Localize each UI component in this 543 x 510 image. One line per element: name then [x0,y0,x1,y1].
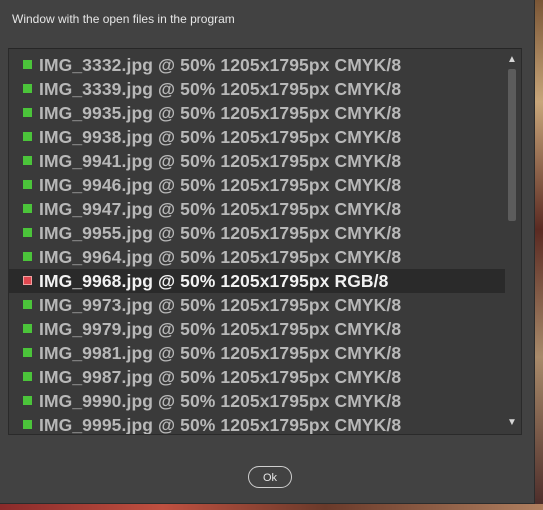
scroll-track[interactable] [508,69,516,414]
file-list-item-label: IMG_9990.jpg @ 50% 1205x1795px CMYK/8 [39,391,402,411]
file-list-item[interactable]: IMG_9935.jpg @ 50% 1205x1795px CMYK/8 [9,101,505,125]
ok-button[interactable]: Ok [248,466,292,488]
file-list-item-label: IMG_9955.jpg @ 50% 1205x1795px CMYK/8 [39,223,402,243]
ok-status-icon [23,204,32,213]
ok-status-icon [23,132,32,141]
file-list-item-label: IMG_9979.jpg @ 50% 1205x1795px CMYK/8 [39,319,402,339]
file-list-item[interactable]: IMG_9973.jpg @ 50% 1205x1795px CMYK/8 [9,293,505,317]
ok-status-icon [23,60,32,69]
ok-status-icon [23,324,32,333]
file-list-item-label: IMG_9935.jpg @ 50% 1205x1795px CMYK/8 [39,103,402,123]
scroll-thumb[interactable] [508,69,516,221]
error-status-icon [23,276,32,285]
dialog-title: Window with the open files in the progra… [12,12,235,26]
file-list-item-label: IMG_9987.jpg @ 50% 1205x1795px CMYK/8 [39,367,402,387]
ok-status-icon [23,180,32,189]
file-list-item[interactable]: IMG_9955.jpg @ 50% 1205x1795px CMYK/8 [9,221,505,245]
ok-status-icon [23,228,32,237]
file-list-item-label: IMG_9938.jpg @ 50% 1205x1795px CMYK/8 [39,127,402,147]
file-list-item[interactable]: IMG_9964.jpg @ 50% 1205x1795px CMYK/8 [9,245,505,269]
file-list-item[interactable]: IMG_9941.jpg @ 50% 1205x1795px CMYK/8 [9,149,505,173]
file-list-item-label: IMG_9947.jpg @ 50% 1205x1795px CMYK/8 [39,199,402,219]
ok-status-icon [23,396,32,405]
ok-status-icon [23,372,32,381]
ok-status-icon [23,156,32,165]
vertical-scrollbar[interactable]: ▲ ▼ [505,51,519,432]
file-list-item-label: IMG_9964.jpg @ 50% 1205x1795px CMYK/8 [39,247,402,267]
file-list-item[interactable]: IMG_9938.jpg @ 50% 1205x1795px CMYK/8 [9,125,505,149]
ok-status-icon [23,252,32,261]
file-list-item[interactable]: IMG_9990.jpg @ 50% 1205x1795px CMYK/8 [9,389,505,413]
file-list-item-label: IMG_9973.jpg @ 50% 1205x1795px CMYK/8 [39,295,402,315]
ok-status-icon [23,420,32,429]
ok-status-icon [23,108,32,117]
file-list: IMG_3332.jpg @ 50% 1205x1795px CMYK/8 IMG… [9,53,505,435]
file-list-item[interactable]: IMG_9946.jpg @ 50% 1205x1795px CMYK/8 [9,173,505,197]
file-list-item[interactable]: IMG_9968.jpg @ 50% 1205x1795px RGB/8 [9,269,505,293]
triangle-down-icon[interactable]: ▼ [505,416,519,430]
file-list-item-label: IMG_9968.jpg @ 50% 1205x1795px RGB/8 [39,271,389,291]
file-list-item[interactable]: IMG_9987.jpg @ 50% 1205x1795px CMYK/8 [9,365,505,389]
file-list-item[interactable]: IMG_3332.jpg @ 50% 1205x1795px CMYK/8 [9,53,505,77]
file-list-item[interactable]: IMG_9979.jpg @ 50% 1205x1795px CMYK/8 [9,317,505,341]
dialog-titlebar[interactable]: Window with the open files in the progra… [0,0,534,36]
file-list-item-label: IMG_9981.jpg @ 50% 1205x1795px CMYK/8 [39,343,402,363]
ok-status-icon [23,348,32,357]
triangle-up-icon[interactable]: ▲ [505,53,519,67]
file-list-item-label: IMG_9946.jpg @ 50% 1205x1795px CMYK/8 [39,175,402,195]
file-list-item-label: IMG_9941.jpg @ 50% 1205x1795px CMYK/8 [39,151,402,171]
background-photo-edge [535,0,543,510]
file-list-item[interactable]: IMG_3339.jpg @ 50% 1205x1795px CMYK/8 [9,77,505,101]
ok-status-icon [23,84,32,93]
file-list-item[interactable]: IMG_9981.jpg @ 50% 1205x1795px CMYK/8 [9,341,505,365]
background-photo-bottom [0,504,543,510]
open-files-dialog: Window with the open files in the progra… [0,0,535,504]
file-list-box[interactable]: IMG_3332.jpg @ 50% 1205x1795px CMYK/8 IMG… [8,48,522,435]
file-list-item[interactable]: IMG_9947.jpg @ 50% 1205x1795px CMYK/8 [9,197,505,221]
file-list-item-label: IMG_9995.jpg @ 50% 1205x1795px CMYK/8 [39,415,402,435]
file-list-item[interactable]: IMG_9995.jpg @ 50% 1205x1795px CMYK/8 [9,413,505,435]
ok-status-icon [23,300,32,309]
file-list-item-label: IMG_3332.jpg @ 50% 1205x1795px CMYK/8 [39,55,402,75]
file-list-item-label: IMG_3339.jpg @ 50% 1205x1795px CMYK/8 [39,79,402,99]
